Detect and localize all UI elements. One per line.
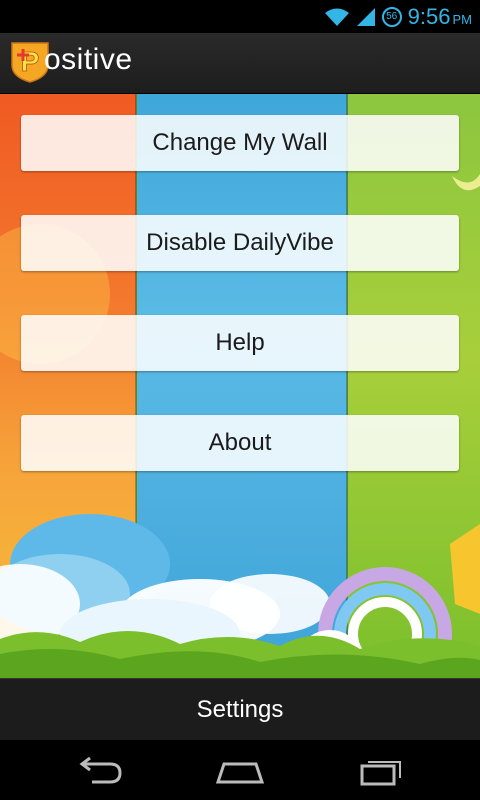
wallpaper-blue-stripe xyxy=(137,94,347,678)
disable-dailyvibe-button[interactable]: Disable DailyVibe xyxy=(21,215,459,271)
about-button[interactable]: About xyxy=(21,415,459,471)
wifi-icon xyxy=(324,8,349,26)
clock-time: 9:56 xyxy=(407,3,451,29)
wallpaper-green-stripe xyxy=(348,94,480,678)
change-my-wall-button[interactable]: Change My Wall xyxy=(21,115,459,171)
status-icons: 56 9:56 PM xyxy=(324,0,472,33)
clock-ampm: PM xyxy=(452,11,473,27)
app-title: ositive xyxy=(44,43,133,76)
settings-button[interactable]: Settings xyxy=(0,678,480,741)
stripe-divider xyxy=(135,94,137,678)
action-bar: P ositive xyxy=(0,33,480,94)
status-bar: 56 9:56 PM xyxy=(0,0,480,33)
home-icon[interactable] xyxy=(210,752,270,788)
help-button[interactable]: Help xyxy=(21,315,459,371)
stripe-divider xyxy=(346,94,348,678)
signal-icon xyxy=(356,7,375,26)
wallpaper-orange-stripe xyxy=(0,94,136,678)
recent-apps-icon[interactable] xyxy=(352,752,412,788)
notification-badge-icon: 56 xyxy=(381,6,402,27)
navigation-bar xyxy=(0,740,480,800)
main-content: Change My Wall Disable DailyVibe Help Ab… xyxy=(0,94,480,678)
back-icon[interactable] xyxy=(70,752,130,788)
clock: 9:56 PM xyxy=(408,4,472,30)
